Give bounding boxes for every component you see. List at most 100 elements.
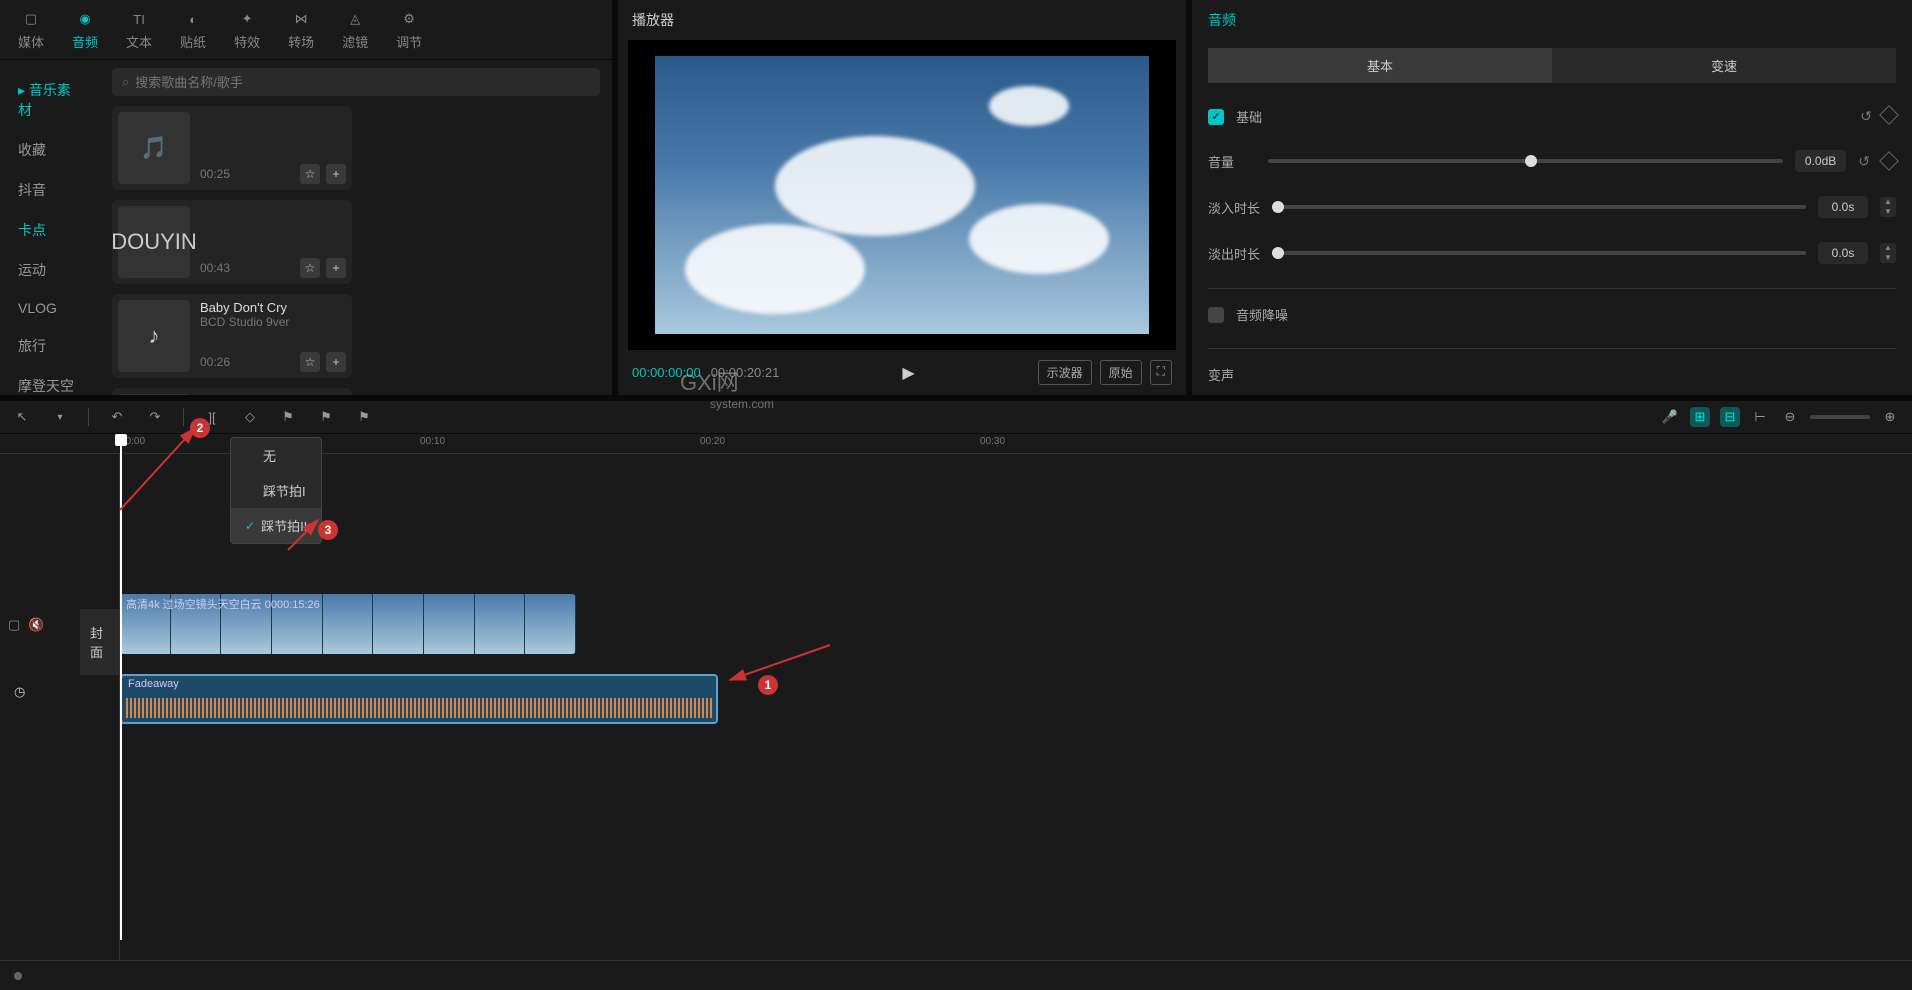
filter-icon: ◬: [344, 8, 366, 30]
adjust-icon: ⚙: [398, 8, 420, 30]
sidebar-item-favorites[interactable]: 收藏: [0, 130, 100, 170]
denoise-checkbox[interactable]: ✓: [1208, 307, 1224, 323]
favorite-icon[interactable]: ☆: [300, 258, 320, 278]
denoise-label: 音频降噪: [1236, 305, 1288, 324]
marker-tool-1[interactable]: ⚑: [278, 407, 298, 427]
music-title: Baby Don't Cry: [200, 300, 346, 315]
music-card[interactable]: ♪FadeawayTikTok00:21☆+: [112, 388, 352, 395]
original-button[interactable]: 原始: [1100, 360, 1142, 385]
transition-icon: ⋈: [290, 8, 312, 30]
add-icon[interactable]: +: [326, 164, 346, 184]
tab-sticker[interactable]: ◐贴纸: [180, 8, 206, 51]
sidebar-item-music-library[interactable]: ▸ 音乐素材: [0, 70, 100, 130]
music-card[interactable]: ♪Baby Don't CryBCD Studio 9ver00:26☆+: [112, 294, 352, 378]
tab-adjust[interactable]: ⚙调节: [396, 8, 422, 51]
mic-tool[interactable]: 🎤: [1660, 407, 1680, 427]
fadein-slider[interactable]: [1272, 205, 1806, 209]
basic-checkbox[interactable]: ✓: [1208, 109, 1224, 125]
timeline-toolbar: ↖ ▾ ↶ ↷ ][ ◇ ⚑ ⚑ ⚑ 🎤 ⊞ ⊟ ⊢ ⊖ ⊕: [0, 401, 1912, 434]
media-icon: ▢: [20, 8, 42, 30]
align-tool[interactable]: ⊢: [1750, 407, 1770, 427]
tab-text[interactable]: TI文本: [126, 8, 152, 51]
volume-slider[interactable]: [1268, 159, 1783, 163]
search-input[interactable]: [135, 75, 590, 90]
reset-icon[interactable]: ↺: [1860, 108, 1872, 125]
inspector-tab-speed[interactable]: 变速: [1552, 48, 1896, 83]
fadeout-slider[interactable]: [1272, 251, 1806, 255]
redo-button[interactable]: ↷: [145, 407, 165, 427]
play-button[interactable]: ▶: [902, 363, 914, 383]
zoom-out-button[interactable]: ⊖: [1780, 407, 1800, 427]
search-bar[interactable]: ⌕: [112, 68, 600, 96]
dropdown-opt-beat2[interactable]: ✓踩节拍II: [231, 508, 321, 543]
media-panel: ▢媒体 ◉音频 TI文本 ◐贴纸 ✦特效 ⋈转场 ◬滤镜 ⚙调节 ▸ 音乐素材 …: [0, 0, 612, 395]
inspector-panel: 音频 基本 变速 ✓ 基础 ↺ 音量 0.0dB ↺: [1192, 0, 1912, 395]
link-tool[interactable]: ⊟: [1720, 407, 1740, 427]
tab-filter[interactable]: ◬滤镜: [342, 8, 368, 51]
fadeout-spinner[interactable]: ▲▼: [1880, 243, 1896, 263]
undo-button[interactable]: ↶: [107, 407, 127, 427]
music-thumbnail: ♪: [118, 300, 190, 372]
beat-track-icon[interactable]: ◷: [14, 684, 25, 700]
inspector-tab-basic[interactable]: 基本: [1208, 48, 1552, 83]
cursor-dropdown[interactable]: ▾: [50, 407, 70, 427]
volume-keyframe-icon[interactable]: [1879, 151, 1899, 171]
beat-dropdown: 无 踩节拍I ✓踩节拍II: [230, 437, 322, 544]
sidebar-item-douyin[interactable]: 抖音: [0, 170, 100, 210]
basic-section-label: 基础: [1236, 107, 1284, 126]
player-viewport[interactable]: [628, 40, 1176, 350]
preview-toggle-icon[interactable]: ▢: [8, 617, 20, 633]
preview-image: [655, 56, 1149, 334]
video-clip[interactable]: 高清4k 过场空镜头天空白云 0000:15:26: [120, 594, 576, 654]
fadeout-label: 淡出时长: [1208, 244, 1260, 263]
annotation-marker-2: 2: [190, 418, 210, 438]
sidebar-item-modern-sky[interactable]: 摩登天空: [0, 366, 100, 395]
music-card[interactable]: 🎵00:25☆+: [112, 106, 352, 190]
category-sidebar: ▸ 音乐素材 收藏 抖音 卡点 运动 VLOG 旅行 摩登天空 美食: [0, 60, 100, 395]
mute-toggle-icon[interactable]: 🔇: [28, 617, 44, 633]
add-icon[interactable]: +: [326, 352, 346, 372]
sidebar-item-sport[interactable]: 运动: [0, 250, 100, 290]
tab-media[interactable]: ▢媒体: [18, 8, 44, 51]
sidebar-item-kadian[interactable]: 卡点: [0, 210, 100, 250]
keyframe-icon[interactable]: [1879, 105, 1899, 125]
sidebar-item-travel[interactable]: 旅行: [0, 326, 100, 366]
tab-effects[interactable]: ✦特效: [234, 8, 260, 51]
marker-tool-2[interactable]: ⚑: [316, 407, 336, 427]
marker-tool-3[interactable]: ⚑: [354, 407, 374, 427]
tab-audio[interactable]: ◉音频: [72, 8, 98, 51]
music-duration: 00:43: [200, 261, 230, 275]
music-thumbnail: DOUYIN: [118, 206, 190, 278]
audio-clip[interactable]: Fadeaway: [120, 674, 718, 724]
watermark: GXi网system.com: [680, 365, 774, 411]
voicechange-label: 变声: [1208, 365, 1256, 384]
fadein-spinner[interactable]: ▲▼: [1880, 197, 1896, 217]
playhead[interactable]: [120, 440, 122, 940]
sticker-icon: ◐: [182, 8, 204, 30]
cover-button[interactable]: 封面: [80, 609, 119, 675]
magnet-tool[interactable]: ⊞: [1690, 407, 1710, 427]
beat-tool[interactable]: ◇: [240, 407, 260, 427]
inspector-title: 音频: [1192, 0, 1912, 40]
dropdown-opt-none[interactable]: 无: [231, 438, 321, 473]
search-icon: ⌕: [122, 74, 129, 90]
timeline-footer: [0, 960, 1912, 990]
tab-transition[interactable]: ⋈转场: [288, 8, 314, 51]
fadeout-value[interactable]: 0.0s: [1818, 242, 1868, 264]
sidebar-item-vlog[interactable]: VLOG: [0, 290, 100, 326]
zoom-in-button[interactable]: ⊕: [1880, 407, 1900, 427]
volume-reset-icon[interactable]: ↺: [1858, 153, 1870, 170]
add-icon[interactable]: +: [326, 258, 346, 278]
zoom-slider[interactable]: [1810, 415, 1870, 419]
cursor-tool[interactable]: ↖: [12, 407, 32, 427]
music-card[interactable]: DOUYIN 00:43 ☆ +: [112, 200, 352, 284]
player-panel: 播放器 00:00:00:00 00:00:20:21 ▶ 示波器 原始 ⛶: [618, 0, 1186, 395]
favorite-icon[interactable]: ☆: [300, 352, 320, 372]
oscilloscope-button[interactable]: 示波器: [1038, 360, 1092, 385]
fadein-value[interactable]: 0.0s: [1818, 196, 1868, 218]
fullscreen-button[interactable]: ⛶: [1150, 360, 1172, 385]
dropdown-opt-beat1[interactable]: 踩节拍I: [231, 473, 321, 508]
volume-value[interactable]: 0.0dB: [1795, 150, 1846, 172]
favorite-icon[interactable]: ☆: [300, 164, 320, 184]
music-grid: 🎵00:25☆+DOUYIN00:43☆+♪Baby Don't CryBCD …: [112, 106, 600, 395]
